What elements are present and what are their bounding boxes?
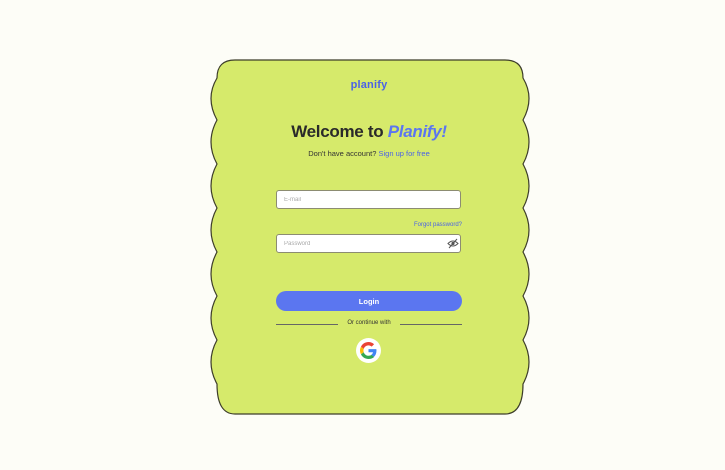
password-field[interactable] xyxy=(276,234,461,253)
page-title: Welcome to Planify! xyxy=(218,122,520,142)
login-button[interactable]: Login xyxy=(276,291,462,311)
email-field[interactable] xyxy=(276,190,461,209)
google-icon xyxy=(360,342,377,359)
divider-right xyxy=(400,324,462,325)
signup-text: Don't have account? xyxy=(308,149,377,158)
signup-link[interactable]: Sign up for free xyxy=(378,149,429,158)
title-accent: Planify! xyxy=(387,122,447,141)
google-login-button[interactable] xyxy=(356,338,381,363)
divider-left xyxy=(276,324,338,325)
forgot-password-link[interactable]: Forgot password? xyxy=(368,222,462,228)
title-prefix: Welcome to xyxy=(291,122,384,141)
eye-off-icon[interactable] xyxy=(447,238,459,249)
login-card: planify Welcome to Planify! Don't have a… xyxy=(218,62,520,412)
brand-logo: planify xyxy=(350,79,388,91)
signup-prompt: Don't have account? Sign up for free xyxy=(218,149,520,158)
divider-text: Or continue with xyxy=(347,320,391,326)
page: planify Welcome to Planify! Don't have a… xyxy=(0,0,725,470)
